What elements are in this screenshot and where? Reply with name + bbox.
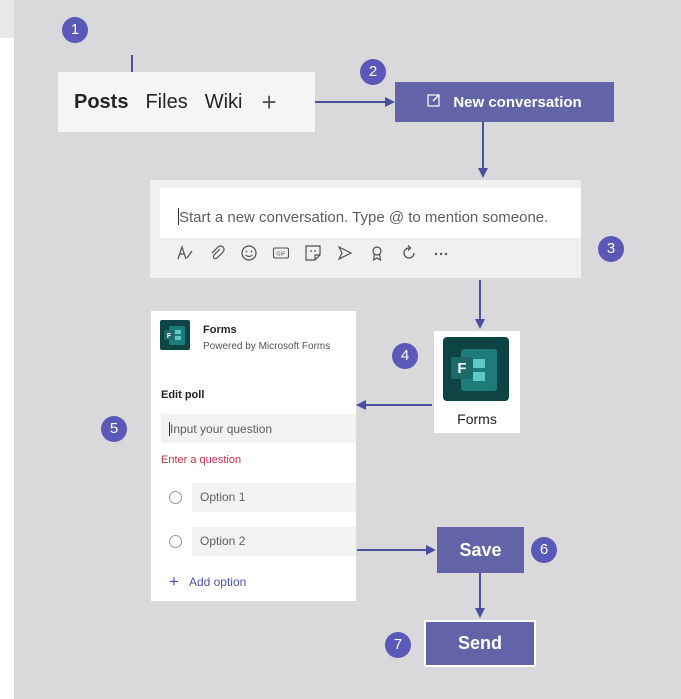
praise-icon[interactable] (366, 242, 388, 264)
channel-tabs: Posts Files Wiki + (58, 72, 315, 132)
forms-icon: F (443, 337, 509, 401)
plus-icon: + (169, 572, 179, 591)
gif-icon[interactable]: GIF (270, 242, 292, 264)
svg-text:F: F (167, 333, 172, 340)
loop-icon[interactable] (398, 242, 420, 264)
format-icon[interactable] (174, 242, 196, 264)
step-badge-3: 3 (598, 236, 624, 262)
add-option-label: Add option (188, 575, 247, 589)
save-button[interactable]: Save (437, 527, 524, 573)
forms-app-tile[interactable]: F Forms (434, 331, 520, 433)
sticker-icon[interactable] (302, 242, 324, 264)
forms-app-label: Forms (457, 411, 497, 427)
attach-icon[interactable] (206, 242, 228, 264)
meet-icon[interactable] (334, 242, 356, 264)
tab-files[interactable]: Files (145, 91, 187, 114)
forms-logo-icon: F (160, 320, 190, 350)
add-tab-button[interactable]: + (261, 87, 276, 118)
poll-app-name: Forms (203, 324, 237, 336)
poll-app-subtitle: Powered by Microsoft Forms (203, 341, 331, 352)
option-input[interactable]: Option 2 (192, 527, 356, 556)
step-badge-4: 4 (392, 343, 418, 369)
message-input[interactable]: Start a new conversation. Type @ to ment… (160, 188, 581, 238)
compose-toolbar: GIF (174, 242, 452, 264)
poll-option-2: Option 2 (169, 527, 356, 556)
compose-icon (427, 93, 441, 111)
step-badge-6: 6 (531, 537, 557, 563)
new-conversation-label: New conversation (453, 93, 582, 111)
question-error: Enter a question (161, 454, 242, 466)
option-radio[interactable] (169, 535, 182, 548)
step-badge-5: 5 (101, 416, 127, 442)
edit-poll-heading: Edit poll (161, 389, 205, 401)
more-icon[interactable] (430, 242, 452, 264)
message-placeholder: Start a new conversation. Type @ to ment… (179, 209, 549, 226)
new-conversation-button[interactable]: New conversation (395, 82, 614, 122)
poll-option-1: Option 1 (169, 483, 356, 512)
svg-text:F: F (457, 360, 466, 377)
compose-box: Start a new conversation. Type @ to ment… (150, 180, 581, 278)
forms-poll-card: F Forms Powered by Microsoft Forms Edit … (151, 311, 356, 601)
step-badge-2: 2 (360, 59, 386, 85)
question-input[interactable]: Input your question (161, 414, 356, 443)
svg-text:GIF: GIF (276, 252, 286, 258)
step-badge-1: 1 (62, 17, 88, 43)
tab-wiki[interactable]: Wiki (205, 91, 243, 114)
send-button[interactable]: Send (424, 620, 536, 667)
option-radio[interactable] (169, 491, 182, 504)
option-input[interactable]: Option 1 (192, 483, 356, 512)
add-option-button[interactable]: + Add option (169, 572, 246, 592)
tab-posts[interactable]: Posts (74, 91, 128, 114)
emoji-icon[interactable] (238, 242, 260, 264)
step-badge-7: 7 (385, 632, 411, 658)
question-placeholder: Input your question (170, 422, 273, 436)
